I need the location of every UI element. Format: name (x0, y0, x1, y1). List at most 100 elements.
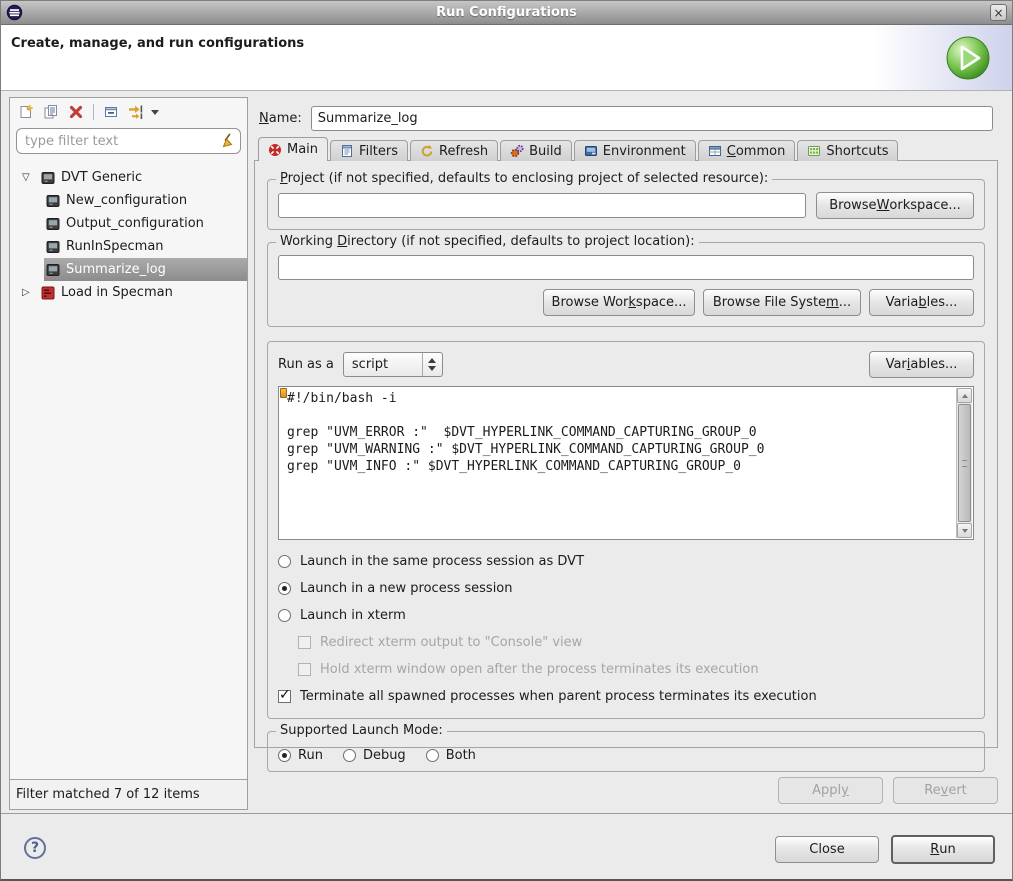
radio-label: Both (446, 748, 476, 763)
eclipse-window-icon[interactable] (6, 4, 23, 21)
tab-label: Common (727, 144, 786, 159)
tab-filters[interactable]: Filters (330, 140, 408, 161)
radio-selected-icon[interactable] (278, 749, 291, 762)
apply-button: Apply (778, 777, 883, 804)
tree-item-runinspecman[interactable]: RunInSpecman (10, 235, 247, 258)
checkbox-redirect-xterm-output: Redirect xterm output to "Console" view (298, 629, 974, 656)
radio-mode-run[interactable]: Run (278, 748, 323, 763)
help-icon[interactable] (24, 837, 46, 859)
run-button[interactable]: Run (891, 835, 995, 864)
launch-group: Run as a script Variables... #!/bin/bash… (267, 341, 985, 719)
radio-label: Launch in the same process session as DV… (300, 554, 584, 569)
workdir-browse-file-system-button[interactable]: Browse File System... (703, 289, 861, 316)
scroll-up-icon[interactable] (957, 388, 972, 403)
tree-item-label: New_configuration (66, 193, 187, 208)
radio-launch-new-session[interactable]: Launch in a new process session (278, 575, 974, 602)
filter-input[interactable] (16, 128, 241, 154)
checkbox-checked-icon[interactable] (278, 690, 291, 703)
tree-item-label: Output_configuration (66, 216, 204, 231)
working-directory-group: Working Directory (if not specified, def… (267, 242, 985, 327)
configuration-icon (46, 217, 60, 231)
tab-label: Filters (359, 144, 398, 159)
tab-label: Refresh (439, 144, 488, 159)
tree-item-label: RunInSpecman (66, 239, 164, 254)
shortcuts-tab-icon (807, 144, 821, 158)
radio-label: Launch in xterm (300, 608, 406, 623)
dialog-description: Create, manage, and run configurations (11, 36, 304, 51)
radio-mode-debug[interactable]: Debug (343, 748, 406, 763)
tab-label: Environment (603, 144, 686, 159)
project-group-legend: Project (if not specified, defaults to e… (276, 171, 772, 186)
tab-shortcuts[interactable]: Shortcuts (797, 140, 898, 161)
tab-common[interactable]: Common (698, 140, 796, 161)
checkbox-terminate-spawned-processes[interactable]: Terminate all spawned processes when par… (278, 683, 974, 710)
tree-item-label: Load in Specman (61, 285, 173, 300)
filter-row (16, 128, 241, 154)
radio-icon[interactable] (343, 749, 356, 762)
project-input[interactable] (278, 193, 806, 218)
new-configuration-icon[interactable] (18, 104, 34, 120)
radio-label: Run (298, 748, 323, 763)
configurations-toolbar (10, 98, 247, 124)
radio-icon[interactable] (278, 609, 291, 622)
filter-status: Filter matched 7 of 12 items (10, 779, 247, 809)
filters-tab-icon (340, 144, 354, 158)
close-window-icon[interactable] (990, 4, 1007, 21)
tab-refresh[interactable]: Refresh (410, 140, 498, 161)
combo-spinner-icon[interactable] (422, 353, 442, 376)
tab-label: Main (287, 142, 318, 157)
collapse-all-icon[interactable] (103, 104, 119, 120)
build-tab-icon (510, 144, 524, 158)
radio-icon[interactable] (278, 555, 291, 568)
tree-item-dvt-generic[interactable]: DVT Generic (10, 166, 247, 189)
script-text[interactable]: #!/bin/bash -i grep "UVM_ERROR :" $DVT_H… (279, 387, 973, 539)
tree-item-label: DVT Generic (61, 170, 142, 185)
delete-configuration-icon[interactable] (68, 104, 84, 120)
radio-launch-same-session[interactable]: Launch in the same process session as DV… (278, 548, 974, 575)
window-title: Run Configurations (23, 5, 990, 20)
working-directory-input[interactable] (278, 255, 974, 280)
run-configurations-dialog: Run Configurations Create, manage, and r… (0, 0, 1013, 881)
run-as-combo[interactable]: script (343, 352, 443, 377)
workdir-variables-button[interactable]: Variables... (869, 289, 974, 316)
filter-launch-configurations-icon[interactable] (128, 104, 144, 120)
script-scrollbar[interactable] (956, 388, 972, 538)
radio-selected-icon[interactable] (278, 582, 291, 595)
checkbox-disabled-icon (298, 636, 311, 649)
name-input[interactable] (311, 106, 993, 131)
toolbar-separator (93, 104, 94, 120)
checkbox-disabled-icon (298, 663, 311, 676)
configuration-type-icon (41, 171, 55, 185)
expander-closed-icon[interactable] (22, 287, 39, 298)
workdir-browse-workspace-button[interactable]: Browse Workspace... (543, 289, 695, 316)
common-tab-icon (708, 144, 722, 158)
run-as-selected-value: script (352, 357, 422, 372)
footer: Close Run (1, 813, 1012, 881)
tab-build[interactable]: Build (500, 140, 572, 161)
specman-type-icon (41, 286, 55, 300)
scrollbar-thumb[interactable] (958, 404, 971, 522)
clear-filter-broom-icon[interactable] (219, 133, 235, 153)
scroll-down-icon[interactable] (957, 523, 972, 538)
radio-mode-both[interactable]: Both (426, 748, 476, 763)
radio-launch-in-xterm[interactable]: Launch in xterm (278, 602, 974, 629)
tab-main[interactable]: Main (258, 137, 328, 161)
main-tab-content: Project (if not specified, defaults to e… (254, 160, 998, 748)
duplicate-configuration-icon[interactable] (43, 104, 59, 120)
close-button[interactable]: Close (775, 836, 879, 863)
tree-item-new-configuration[interactable]: New_configuration (10, 189, 247, 212)
configuration-icon (46, 194, 60, 208)
tree-item-label: Summarize_log (66, 262, 166, 277)
tree-item-output-configuration[interactable]: Output_configuration (10, 212, 247, 235)
tree-item-load-in-specman[interactable]: Load in Specman (10, 281, 247, 304)
tab-bar: Main Filters Refresh Build (258, 137, 1006, 161)
tab-environment[interactable]: Environment (574, 140, 696, 161)
script-editor[interactable]: #!/bin/bash -i grep "UVM_ERROR :" $DVT_H… (278, 386, 974, 540)
radio-icon[interactable] (426, 749, 439, 762)
expander-open-icon[interactable] (22, 172, 39, 183)
runas-variables-button[interactable]: Variables... (869, 351, 974, 378)
toolbar-menu-chevron-icon[interactable] (151, 110, 159, 115)
name-label: Name: (259, 111, 302, 126)
project-browse-workspace-button[interactable]: Browse Workspace... (816, 192, 974, 219)
tree-item-summarize-log-selected[interactable]: Summarize_log (10, 258, 247, 281)
